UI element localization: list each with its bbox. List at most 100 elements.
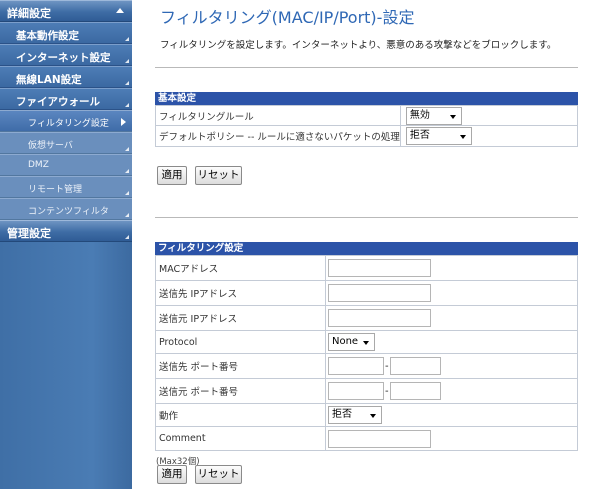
protocol-select[interactable]: None — [328, 333, 375, 351]
table-row: 送信元 IPアドレス — [155, 305, 578, 331]
corner-marker-icon — [125, 213, 129, 217]
basic-settings-section: 基本設定 フィルタリングルール 無効 デフォルトポリシー -- ルールに適さない… — [155, 92, 579, 147]
divider — [155, 217, 578, 218]
dst-ip-cell — [325, 280, 578, 306]
comment-input[interactable] — [328, 429, 431, 448]
filter-settings-section: フィルタリング設定 MACアドレス 送信先 IPアドレス 送信元 IPアドレス … — [155, 242, 578, 451]
select-value: 拒否 — [409, 130, 430, 141]
dropdown-arrow-icon — [363, 341, 369, 345]
sidebar-item-label: リモート管理 — [28, 185, 83, 195]
action-select[interactable]: 拒否 — [328, 406, 382, 424]
sidebar-item-label: 詳細設定 — [7, 7, 51, 20]
table-row: Comment — [155, 426, 578, 451]
sidebar-item-label: ファイアウォール — [16, 96, 100, 108]
mac-address-label: MACアドレス — [155, 255, 326, 281]
default-policy-cell: 拒否 — [399, 125, 579, 147]
src-ip-label: 送信元 IPアドレス — [155, 305, 326, 331]
select-value: None — [332, 336, 359, 347]
filter-apply-button[interactable]: 適用 — [157, 465, 187, 484]
sidebar-item-filtering[interactable]: フィルタリング設定 — [0, 110, 132, 132]
select-value: 拒否 — [332, 409, 352, 420]
sidebar-item-label: 管理設定 — [7, 227, 51, 240]
sidebar-item-dmz[interactable]: DMZ — [0, 154, 132, 176]
dst-port-from-input[interactable] — [328, 357, 384, 375]
corner-marker-icon — [125, 235, 129, 239]
dst-ip-input[interactable] — [328, 284, 431, 302]
src-ip-input[interactable] — [328, 309, 431, 327]
default-policy-select[interactable]: 拒否 — [405, 127, 472, 145]
comment-cell — [325, 426, 578, 451]
sidebar: 詳細設定 基本動作設定 インターネット設定 無線LAN設定 ファイアウォール フ… — [0, 0, 132, 489]
mac-address-cell — [325, 255, 578, 281]
sidebar-item-label: コンテンツフィルタ — [28, 207, 109, 217]
table-row: 動作 拒否 — [155, 403, 578, 427]
sidebar-item-label: 無線LAN設定 — [16, 74, 82, 86]
sidebar-item-virtual-server[interactable]: 仮想サーバ — [0, 132, 132, 154]
dst-port-cell: - — [325, 353, 578, 379]
table-row: フィルタリングルール 無効 — [155, 105, 579, 126]
corner-marker-icon — [125, 147, 129, 151]
basic-apply-button[interactable]: 適用 — [157, 166, 187, 185]
filtering-rule-select[interactable]: 無効 — [405, 106, 462, 125]
dst-port-to-input[interactable] — [389, 357, 441, 375]
action-label: 動作 — [155, 403, 326, 427]
filter-settings-table: MACアドレス 送信先 IPアドレス 送信元 IPアドレス Protocol N… — [155, 255, 578, 451]
chevron-right-icon — [121, 118, 126, 126]
comment-label: Comment — [155, 426, 326, 451]
sidebar-item-label: フィルタリング設定 — [28, 119, 109, 129]
sidebar-item-label: 仮想サーバ — [28, 141, 73, 151]
sidebar-item-firewall[interactable]: ファイアウォール — [0, 88, 132, 110]
mac-address-input[interactable] — [328, 259, 431, 277]
src-ip-cell — [325, 305, 578, 331]
dst-ip-label: 送信先 IPアドレス — [155, 280, 326, 306]
sidebar-item-advanced-settings[interactable]: 詳細設定 — [0, 0, 132, 22]
sidebar-item-basic-operation[interactable]: 基本動作設定 — [0, 22, 132, 44]
corner-marker-icon — [125, 37, 129, 41]
sidebar-item-label: 基本動作設定 — [16, 30, 79, 42]
dropdown-arrow-icon — [370, 414, 376, 418]
dropdown-arrow-icon — [449, 114, 456, 119]
protocol-cell: None — [325, 330, 578, 354]
default-policy-label: デフォルトポリシー -- ルールに適さないパケットの処理 — [155, 125, 401, 147]
sidebar-item-label: インターネット設定 — [16, 52, 111, 64]
corner-marker-icon — [125, 59, 129, 63]
basic-reset-button[interactable]: リセット — [195, 166, 242, 185]
dropdown-arrow-icon — [459, 135, 466, 139]
corner-marker-icon — [125, 169, 129, 173]
table-row: 送信先 IPアドレス — [155, 280, 578, 306]
port-separator: - — [385, 385, 389, 397]
protocol-label: Protocol — [155, 330, 326, 354]
sidebar-item-wireless-lan[interactable]: 無線LAN設定 — [0, 66, 132, 88]
corner-marker-icon — [125, 103, 129, 107]
page-title: フィルタリング(MAC/IP/Port)-設定 — [160, 8, 415, 27]
corner-marker-icon — [125, 191, 129, 195]
section-header: フィルタリング設定 — [155, 242, 578, 255]
filtering-rule-cell: 無効 — [399, 105, 579, 126]
divider — [155, 67, 578, 68]
sidebar-item-label: DMZ — [28, 160, 49, 170]
basic-settings-table: フィルタリングルール 無効 デフォルトポリシー -- ルールに適さないパケットの… — [155, 105, 579, 147]
src-port-cell: - — [325, 378, 578, 404]
port-separator: - — [385, 360, 389, 372]
table-row: 送信先 ポート番号 - — [155, 353, 578, 379]
page-description: フィルタリングを設定します。インターネットより、悪意のある攻撃などをブロックしま… — [160, 40, 557, 51]
sidebar-item-management-settings[interactable]: 管理設定 — [0, 220, 132, 242]
select-value: 無効 — [409, 109, 430, 121]
section-header: 基本設定 — [155, 92, 578, 105]
table-row: MACアドレス — [155, 255, 578, 281]
collapse-arrow-icon — [116, 8, 124, 13]
src-port-from-input[interactable] — [328, 382, 384, 400]
sidebar-item-content-filter[interactable]: コンテンツフィルタ — [0, 198, 132, 220]
src-port-to-input[interactable] — [389, 382, 441, 400]
sidebar-item-remote-management[interactable]: リモート管理 — [0, 176, 132, 198]
dst-port-label: 送信先 ポート番号 — [155, 353, 326, 379]
filter-reset-button[interactable]: リセット — [195, 465, 242, 484]
filtering-rule-label: フィルタリングルール — [155, 105, 401, 126]
sidebar-item-internet-settings[interactable]: インターネット設定 — [0, 44, 132, 66]
action-cell: 拒否 — [325, 403, 578, 427]
table-row: デフォルトポリシー -- ルールに適さないパケットの処理 拒否 — [155, 125, 579, 147]
table-row: Protocol None — [155, 330, 578, 354]
table-row: 送信元 ポート番号 - — [155, 378, 578, 404]
src-port-label: 送信元 ポート番号 — [155, 378, 326, 404]
corner-marker-icon — [125, 81, 129, 85]
